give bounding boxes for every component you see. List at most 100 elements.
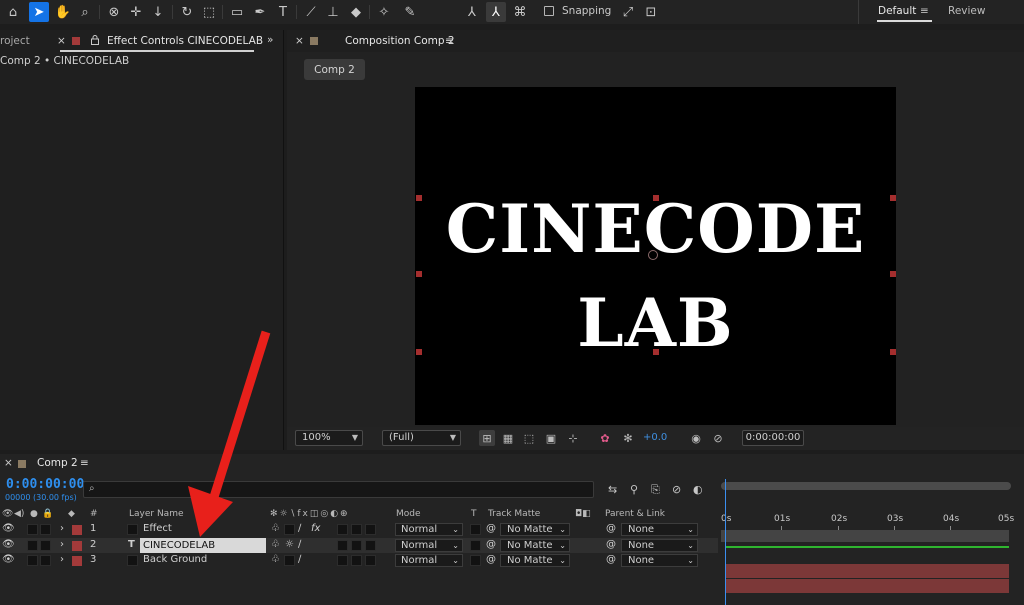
rectangle-tool-icon[interactable]: ▭: [227, 2, 247, 22]
visibility-eye-icon[interactable]: 👁: [2, 523, 15, 534]
matte-pickwhip-icon[interactable]: @: [486, 539, 496, 550]
home-icon[interactable]: ⌂: [3, 2, 23, 22]
parent-pickwhip-icon[interactable]: @: [606, 539, 616, 550]
expand-chevron-icon[interactable]: ›: [60, 554, 64, 565]
snapshot-icon[interactable]: ◉: [688, 430, 704, 446]
track-matte-select[interactable]: No Matte ⌄: [500, 554, 570, 567]
tab-composition[interactable]: Composition Comp 2: [345, 35, 455, 47]
frame-blending-icon[interactable]: ⊘: [672, 483, 681, 496]
anchor-point-icon[interactable]: [648, 250, 658, 260]
snap-feature-icon[interactable]: ⊡: [641, 2, 661, 22]
collapse-switch[interactable]: [284, 555, 295, 566]
viewer-timecode[interactable]: 0:00:00:00: [742, 430, 804, 446]
layer-row-selected[interactable]: 👁 › 2 T CINECODELAB ♧ ☼ ∕ Normal ⌄ @ No M…: [0, 538, 718, 553]
layer-row[interactable]: 👁 › 3 Back Ground ♧ ∕ Normal ⌄ @ No Matte…: [0, 553, 718, 568]
layer-3-duration-bar[interactable]: [725, 579, 1009, 593]
quality-switch-icon[interactable]: ∕: [298, 539, 301, 550]
transform-handle[interactable]: [416, 349, 422, 355]
matte-pickwhip-icon[interactable]: @: [486, 554, 496, 565]
layer-label-color[interactable]: [72, 556, 82, 566]
transform-handle[interactable]: [890, 195, 896, 201]
tab-project[interactable]: roject: [0, 35, 30, 47]
transform-handle[interactable]: [416, 195, 422, 201]
time-ruler[interactable]: 0s 01s 02s 03s 04s 05s: [721, 479, 1017, 605]
quality-switch-icon[interactable]: ∕: [298, 554, 301, 565]
3d-switch[interactable]: [365, 540, 376, 551]
panel-menu-icon[interactable]: »: [267, 34, 273, 46]
parent-select[interactable]: None ⌄: [621, 539, 698, 552]
shy-switch-icon[interactable]: ♧: [271, 539, 280, 550]
adjustment-switch[interactable]: [351, 524, 362, 535]
composition-viewer[interactable]: CINECODE LAB: [415, 87, 896, 425]
pen-tool-icon[interactable]: ✒: [250, 2, 270, 22]
workspace-review[interactable]: Review: [948, 5, 985, 17]
lock-toggle[interactable]: [40, 524, 51, 535]
motion-blur-icon[interactable]: ◐: [693, 483, 703, 496]
layer-label-color[interactable]: [72, 525, 82, 535]
motion-blur-switch[interactable]: [337, 524, 348, 535]
close-icon[interactable]: ×: [57, 35, 66, 47]
layer-label-color[interactable]: [72, 541, 82, 551]
zoom-tool-icon[interactable]: ⌕: [75, 2, 95, 22]
transparency-grid-icon[interactable]: ▦: [500, 430, 516, 446]
matte-pickwhip-icon[interactable]: @: [486, 523, 496, 534]
track-matte-select[interactable]: No Matte ⌄: [500, 523, 570, 536]
tab-menu-icon[interactable]: ≡: [445, 35, 454, 47]
view-axis-icon[interactable]: ⌘: [510, 2, 530, 22]
clone-stamp-tool-icon[interactable]: ⊥: [323, 2, 343, 22]
expand-chevron-icon[interactable]: ›: [60, 539, 64, 550]
lock-toggle[interactable]: [40, 540, 51, 551]
tab-effect-controls[interactable]: Effect Controls CINECODELAB: [107, 35, 263, 47]
tab-timeline-comp[interactable]: Comp 2: [37, 457, 78, 469]
parent-select[interactable]: None ⌄: [621, 554, 698, 567]
quality-switch-icon[interactable]: ∕: [298, 523, 301, 534]
collapse-switch-icon[interactable]: ☼: [285, 539, 294, 550]
current-time-indicator[interactable]: [725, 479, 726, 605]
local-axis-icon[interactable]: ⅄: [462, 2, 482, 22]
fx-switch-icon[interactable]: fx: [311, 523, 320, 534]
solo-header-icon[interactable]: ●: [30, 509, 38, 519]
mode-select[interactable]: Normal ⌄: [395, 539, 463, 552]
layer-name-edit-field[interactable]: CINECODELAB: [140, 538, 266, 553]
audio-toggle[interactable]: [27, 540, 38, 551]
brush-tool-icon[interactable]: ⟋: [301, 2, 321, 22]
close-icon[interactable]: ×: [295, 35, 304, 47]
fast-previews-icon[interactable]: ⊞: [479, 430, 495, 446]
tab-menu-icon[interactable]: ≡: [80, 457, 89, 469]
rotation-tool-icon[interactable]: ↻: [177, 2, 197, 22]
workspace-default[interactable]: Default: [878, 5, 916, 17]
time-navigator-bar[interactable]: [721, 482, 1011, 490]
current-time-display[interactable]: 0:00:00:00: [6, 477, 84, 492]
lock-toggle[interactable]: [40, 555, 51, 566]
preserve-transparency-toggle[interactable]: [470, 555, 481, 566]
close-icon[interactable]: ×: [4, 457, 13, 469]
layer-2-duration-bar[interactable]: [725, 564, 1009, 578]
shy-switch-icon[interactable]: ♧: [271, 554, 280, 565]
mode-select[interactable]: Normal ⌄: [395, 523, 463, 536]
puppet-pin-tool-icon[interactable]: ✎: [400, 2, 420, 22]
grid-guides-icon[interactable]: ⊹: [565, 430, 581, 446]
matte-switch-header-icon[interactable]: ◘◧: [575, 509, 591, 519]
preserve-transparency-toggle[interactable]: [470, 524, 481, 535]
shy-layers-icon[interactable]: ⎘: [651, 483, 660, 497]
layer-1-duration-bar[interactable]: [725, 546, 1009, 548]
show-snapshot-icon[interactable]: ⊘: [710, 430, 726, 446]
orbit-camera-icon[interactable]: ⊗: [104, 2, 124, 22]
visibility-eye-icon[interactable]: 👁: [2, 554, 15, 565]
layer-name-header[interactable]: Layer Name: [129, 509, 184, 519]
transform-handle[interactable]: [653, 349, 659, 355]
layer-name[interactable]: Back Ground: [143, 554, 207, 565]
region-of-interest-icon[interactable]: ▣: [543, 430, 559, 446]
transform-handle[interactable]: [890, 271, 896, 277]
layer-name[interactable]: Effect: [143, 523, 172, 534]
work-area-bar[interactable]: [721, 530, 1009, 542]
workspace-menu-icon[interactable]: ≡: [920, 5, 929, 17]
switches-header-icon[interactable]: ✻☼∖fx◫◎◐⊕: [270, 509, 350, 519]
mode-select[interactable]: Normal ⌄: [395, 554, 463, 567]
expand-chevron-icon[interactable]: ›: [60, 523, 64, 534]
visibility-header-icon[interactable]: 👁: [2, 509, 13, 519]
adjustment-switch[interactable]: [351, 540, 362, 551]
dolly-camera-icon[interactable]: ↓: [148, 2, 168, 22]
selection-tool-icon[interactable]: ➤: [29, 2, 49, 22]
motion-blur-switch[interactable]: [337, 540, 348, 551]
